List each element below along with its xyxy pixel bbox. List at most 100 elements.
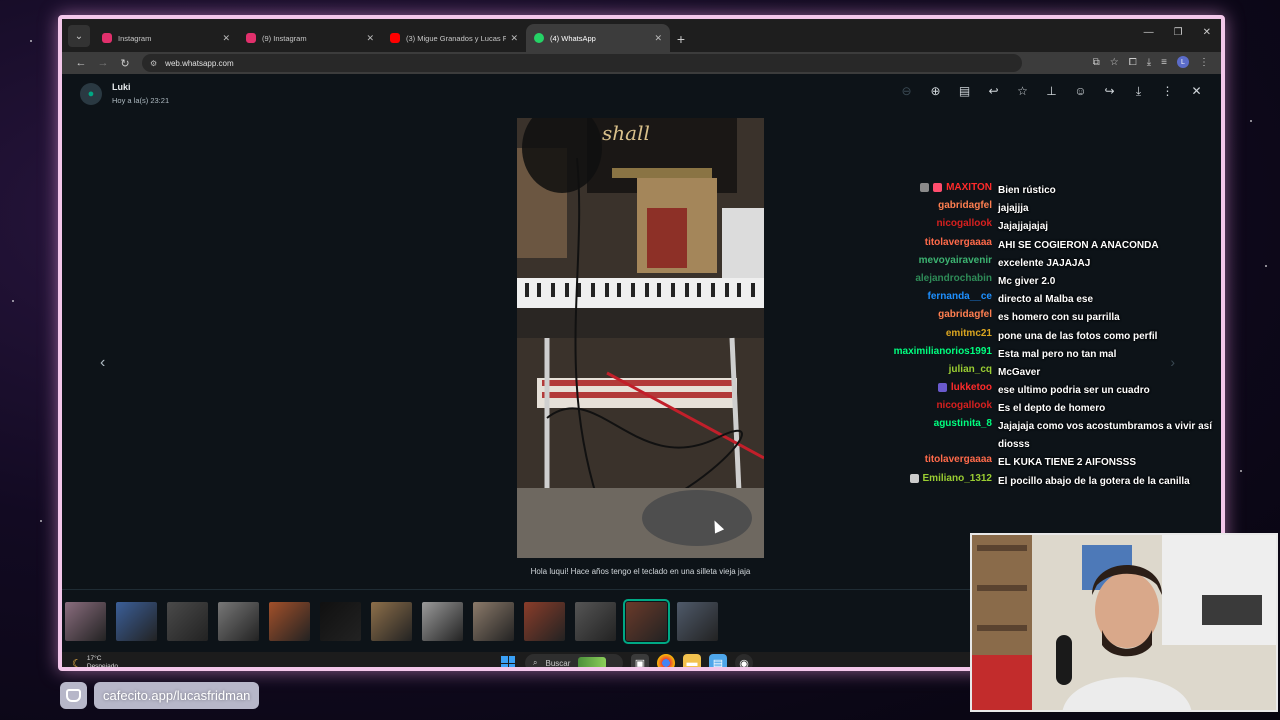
- task-view-icon[interactable]: ▣: [631, 654, 649, 667]
- media-thumbnail[interactable]: [575, 601, 616, 641]
- tab-search-icon[interactable]: ⌄: [68, 25, 90, 47]
- new-tab-plus-icon[interactable]: +: [670, 31, 692, 47]
- window-controls: — ❐ ✕: [1144, 27, 1211, 38]
- media-thumbnail[interactable]: [218, 601, 259, 641]
- chat-text: ese ultimo podria ser un cuadro: [998, 385, 1150, 397]
- close-viewer-icon[interactable]: ✕: [1182, 84, 1211, 99]
- stream-chat-overlay: MAXITON Bien rústico gabridagfel jajajjja ni…: [840, 182, 1260, 491]
- media-thumbnail[interactable]: [116, 601, 157, 641]
- tab-title: (9) Instagram: [262, 33, 307, 43]
- notepad-icon[interactable]: ▤: [709, 654, 727, 667]
- chat-username[interactable]: gabridagfel: [938, 309, 992, 320]
- chat-username[interactable]: nicogallook: [936, 400, 992, 411]
- close-icon[interactable]: ✕: [222, 33, 230, 44]
- chat-username[interactable]: gabridagfel: [938, 200, 992, 211]
- chat-username-wrap: gabridagfel: [840, 309, 998, 320]
- search-label: Buscar: [545, 658, 571, 668]
- media-thumbnail[interactable]: [524, 601, 565, 641]
- chat-message: fernanda__ce directo al Malba ese: [840, 291, 1260, 309]
- chat-username-wrap: titolavergaaaa: [840, 237, 998, 248]
- chat-username-wrap: fernanda__ce: [840, 291, 998, 302]
- pin-icon[interactable]: ⊥: [1037, 84, 1066, 99]
- media-thumbnail[interactable]: [167, 601, 208, 641]
- taskbar-search[interactable]: ⌕ Buscar: [525, 654, 623, 668]
- windows-start-icon[interactable]: [499, 654, 517, 667]
- close-window-icon[interactable]: ✕: [1203, 27, 1211, 38]
- previous-media-chevron-icon[interactable]: ‹: [100, 354, 105, 372]
- media-caption: Hola luqui! Hace años tengo el teclado e…: [530, 567, 751, 576]
- moon-icon: ☾: [72, 657, 82, 670]
- chat-message: MAXITON Bien rústico: [840, 182, 1260, 200]
- media-thumbnail[interactable]: [320, 601, 361, 641]
- more-options-icon[interactable]: ⋮: [1153, 84, 1182, 99]
- reply-icon[interactable]: ↩: [979, 84, 1008, 99]
- instagram-icon: [102, 33, 112, 43]
- zoom-out-icon[interactable]: ⊖: [892, 84, 921, 99]
- downloads-icon[interactable]: ⤓: [1147, 57, 1151, 68]
- chrome-icon[interactable]: [657, 654, 675, 667]
- tab-whatsapp[interactable]: (4) WhatsApp ✕: [526, 24, 670, 52]
- media-controls-icon[interactable]: ≡: [1161, 57, 1167, 68]
- chat-username[interactable]: julian_cq: [949, 364, 992, 375]
- chat-username-wrap: lukketoo: [840, 382, 998, 393]
- chat-message: maximilianorios1991 Esta mal pero no tan …: [840, 346, 1260, 364]
- site-info-icon[interactable]: ⚙: [150, 59, 157, 68]
- star-icon[interactable]: ☆: [1008, 84, 1037, 99]
- media-thumbnail[interactable]: [677, 601, 718, 641]
- chat-username[interactable]: agustinita_8: [934, 418, 992, 429]
- download-icon[interactable]: ⤓: [1124, 84, 1153, 99]
- chat-username[interactable]: titolavergaaaa: [925, 237, 992, 248]
- chat-username[interactable]: alejandrochabin: [915, 273, 992, 284]
- background-star: [12, 300, 14, 302]
- chat-message: titolavergaaaa EL KUKA TIENE 2 AIFONSSS: [840, 454, 1260, 472]
- minimize-icon[interactable]: —: [1144, 27, 1154, 38]
- cafecito-link[interactable]: cafecito.app/lucasfridman: [94, 682, 260, 709]
- chat-username[interactable]: titolavergaaaa: [925, 454, 992, 465]
- chat-text: McGaver: [998, 366, 1041, 378]
- media-thumbnail[interactable]: [473, 601, 514, 641]
- chat-username[interactable]: Emiliano_1312: [923, 473, 992, 484]
- viewer-header: ● Luki Hoy a la(s) 23:21 ⊖ ⊕ ▤ ↩ ☆ ⊥ ☺ ↪…: [62, 74, 1221, 114]
- bookmark-star-icon[interactable]: ☆: [1110, 57, 1119, 68]
- media-thumbnail[interactable]: [65, 601, 106, 641]
- weather-widget[interactable]: ☾ 17°C Despejado: [72, 655, 118, 670]
- contact-avatar-icon[interactable]: ●: [80, 83, 102, 105]
- react-emoji-icon[interactable]: ☺: [1066, 84, 1095, 99]
- url-field[interactable]: ⚙ web.whatsapp.com: [142, 54, 1022, 72]
- media-thumbnail[interactable]: [371, 601, 412, 641]
- obs-icon[interactable]: ◉: [735, 654, 753, 667]
- go-to-message-icon[interactable]: ▤: [950, 84, 979, 99]
- zoom-in-icon[interactable]: ⊕: [921, 84, 950, 99]
- forward-arrow-icon[interactable]: →: [92, 57, 114, 69]
- tab-youtube[interactable]: (3) Migue Granados y Lucas Fr... ✕: [382, 24, 526, 52]
- back-arrow-icon[interactable]: ←: [70, 57, 92, 69]
- maximize-icon[interactable]: ❐: [1174, 27, 1183, 38]
- close-icon[interactable]: ✕: [654, 33, 662, 44]
- install-app-icon[interactable]: ⧉: [1093, 57, 1100, 68]
- chat-username[interactable]: fernanda__ce: [928, 291, 992, 302]
- media-thumbnail[interactable]: [269, 601, 310, 641]
- chat-username-wrap: agustinita_8: [840, 418, 998, 429]
- profile-avatar[interactable]: L: [1177, 56, 1189, 68]
- chat-username[interactable]: mevoyairavenir: [919, 255, 992, 266]
- chat-username[interactable]: lukketoo: [951, 382, 992, 393]
- instagram-icon: [246, 33, 256, 43]
- forward-icon[interactable]: ↪: [1095, 84, 1124, 99]
- chat-username[interactable]: MAXITON: [946, 182, 992, 193]
- chat-badge-icon: [937, 383, 947, 393]
- extensions-icon[interactable]: ⧠: [1129, 57, 1137, 68]
- tab-instagram-2[interactable]: (9) Instagram ✕: [238, 24, 382, 52]
- chat-text: es homero con su parrilla: [998, 312, 1120, 324]
- chat-message: gabridagfel es homero con su parrilla: [840, 309, 1260, 327]
- browser-menu-icon[interactable]: ⋮: [1199, 57, 1209, 68]
- chat-username[interactable]: emitmc21: [946, 328, 992, 339]
- media-thumbnail[interactable]: [422, 601, 463, 641]
- chat-username[interactable]: maximilianorios1991: [894, 346, 992, 357]
- file-explorer-icon[interactable]: ▬: [683, 654, 701, 667]
- media-thumbnail[interactable]: [623, 598, 670, 644]
- reload-icon[interactable]: ↻: [114, 57, 136, 70]
- chat-username[interactable]: nicogallook: [936, 218, 992, 229]
- tab-instagram[interactable]: Instagram ✕: [94, 24, 238, 52]
- close-icon[interactable]: ✕: [366, 33, 374, 44]
- close-icon[interactable]: ✕: [510, 33, 518, 44]
